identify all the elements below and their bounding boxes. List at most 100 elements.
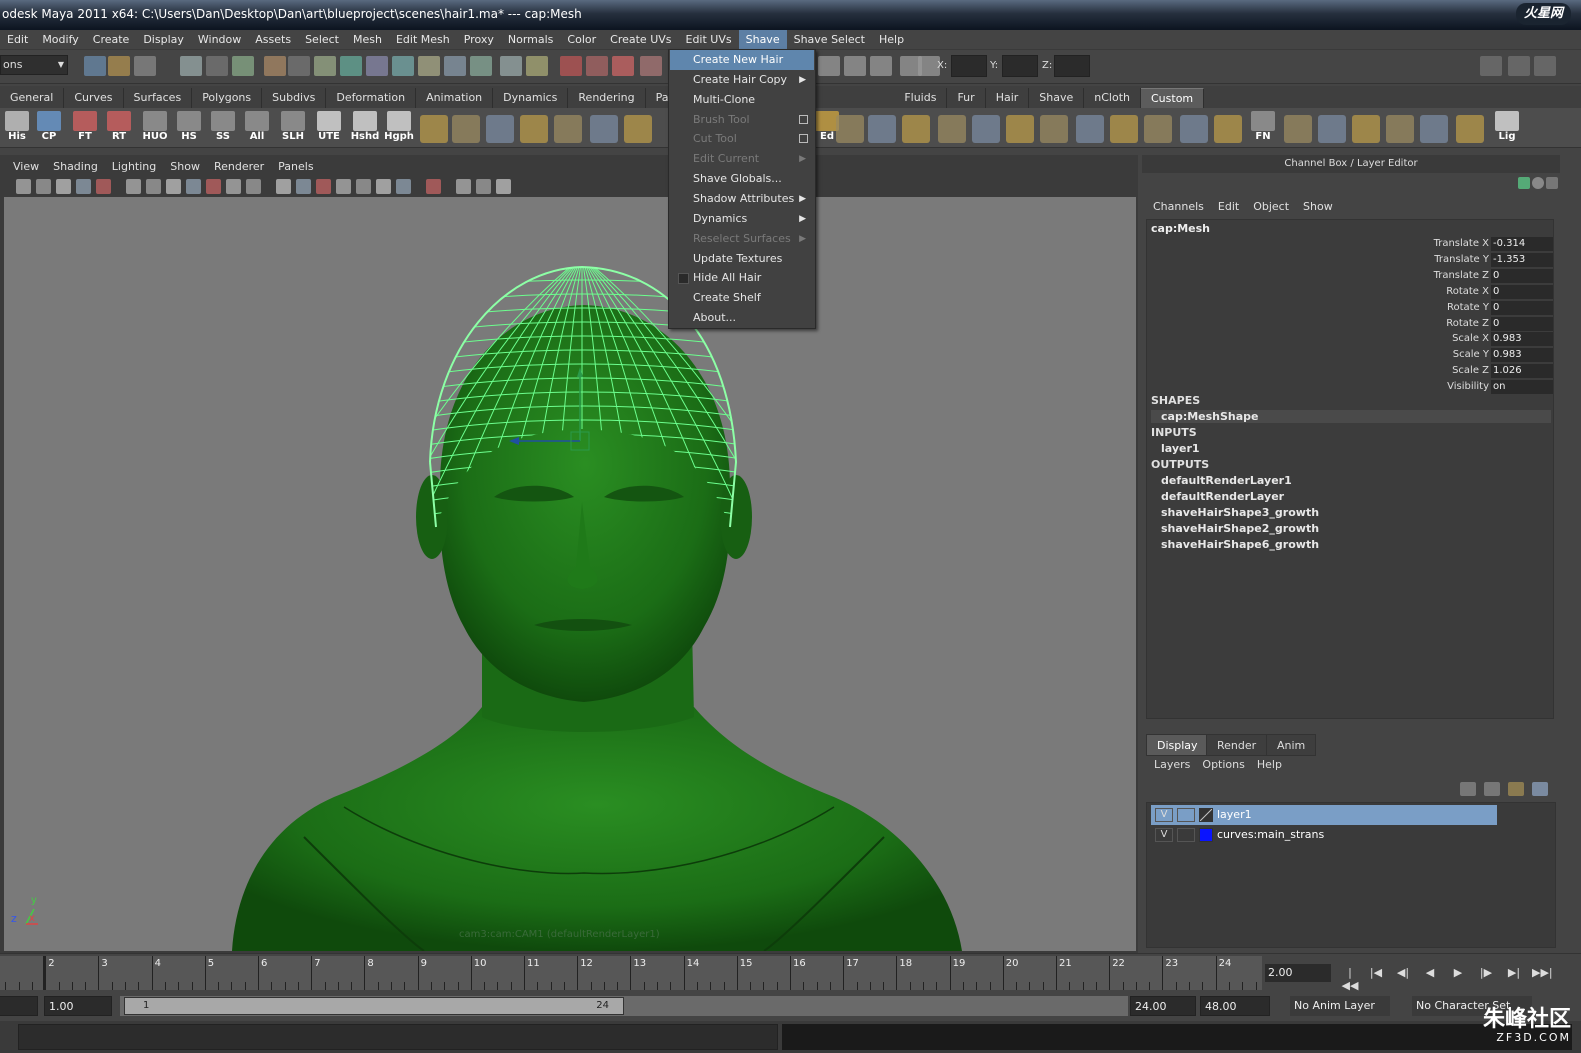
- status-tool-icon[interactable]: [366, 56, 388, 76]
- status-tool-icon[interactable]: [470, 56, 492, 76]
- status-tool-icon[interactable]: [340, 56, 362, 76]
- attr-row-scale-x[interactable]: Scale X 0.983: [1147, 331, 1555, 347]
- shelf-tool-icon[interactable]: [938, 115, 966, 143]
- shelf-button-cp[interactable]: CP: [34, 111, 64, 145]
- layer-visibility-toggle[interactable]: V: [1155, 808, 1173, 822]
- attr-row-visibility[interactable]: Visibility on: [1147, 379, 1555, 395]
- viewport-menu-shading[interactable]: Shading: [46, 160, 105, 173]
- menu-normals[interactable]: Normals: [501, 30, 561, 50]
- playback-end-field[interactable]: 24.00: [1130, 996, 1196, 1016]
- current-frame-field[interactable]: 2.00: [1265, 964, 1331, 982]
- shelf-button-huo[interactable]: HUO: [140, 111, 170, 145]
- shave-menu-item-hide-all-hair[interactable]: Hide All Hair: [670, 268, 814, 288]
- shelf-button-fn[interactable]: FN: [1248, 111, 1278, 145]
- attr-value-field[interactable]: 0: [1491, 284, 1553, 299]
- go-to-end-icon[interactable]: ▶▶|: [1532, 966, 1553, 982]
- attribute-editor-icon[interactable]: [1480, 56, 1502, 76]
- shelf-tab-general[interactable]: General: [0, 88, 65, 108]
- attr-value-field[interactable]: 1.026: [1491, 364, 1553, 379]
- status-tool-icon[interactable]: [612, 56, 634, 76]
- status-tool-icon[interactable]: [526, 56, 548, 76]
- channel-menu-edit[interactable]: Edit: [1211, 197, 1246, 217]
- viewport-menu-show[interactable]: Show: [163, 160, 207, 173]
- viewport-tool-icon[interactable]: [76, 179, 91, 194]
- shelf-tab-dynamics[interactable]: Dynamics: [493, 88, 569, 108]
- status-tool-icon[interactable]: [844, 56, 866, 76]
- shave-menu-item-update-textures[interactable]: Update Textures: [670, 249, 814, 269]
- menu-color[interactable]: Color: [560, 30, 603, 50]
- shelf-tool-icon[interactable]: [1110, 115, 1138, 143]
- node-layer1[interactable]: layer1: [1161, 442, 1200, 455]
- viewport-tool-icon[interactable]: [146, 179, 161, 194]
- layer-tab-render[interactable]: Render: [1206, 734, 1268, 756]
- attr-value-field[interactable]: 0.983: [1491, 348, 1553, 363]
- menu-display[interactable]: Display: [136, 30, 191, 50]
- status-tool-icon[interactable]: [232, 56, 254, 76]
- status-tool-icon[interactable]: [134, 56, 156, 76]
- attr-row-translate-x[interactable]: Translate X -0.314: [1147, 236, 1555, 252]
- go-to-start-icon[interactable]: |◀◀: [1340, 966, 1360, 992]
- viewport-tool-icon[interactable]: [316, 179, 331, 194]
- menu-shave[interactable]: Shave: [738, 29, 787, 50]
- y-field[interactable]: [1002, 55, 1038, 77]
- anim-layer-dropdown[interactable]: No Anim Layer: [1290, 996, 1390, 1016]
- layer-playback-toggle[interactable]: [1177, 828, 1195, 842]
- layer-row[interactable]: Vcurves:main_strans: [1151, 825, 1497, 845]
- node-defaultrenderlayer[interactable]: defaultRenderLayer: [1161, 490, 1284, 503]
- viewport-tool-icon[interactable]: [206, 179, 221, 194]
- checkbox[interactable]: [678, 273, 689, 285]
- attr-value-field[interactable]: 0: [1491, 300, 1553, 315]
- layer-tab-display[interactable]: Display: [1146, 734, 1209, 756]
- channel-menu-object[interactable]: Object: [1246, 197, 1296, 217]
- shave-menu-item-shadow-attributes[interactable]: Shadow Attributes ▶: [670, 189, 814, 209]
- playback-start-field[interactable]: 1.00: [44, 996, 112, 1016]
- status-tool-icon[interactable]: [392, 56, 414, 76]
- shelf-tool-icon[interactable]: [624, 115, 652, 143]
- x-field[interactable]: [951, 55, 987, 77]
- viewport-tool-icon[interactable]: [426, 179, 441, 194]
- anim-start-field[interactable]: [0, 996, 38, 1016]
- layer-playback-toggle[interactable]: [1177, 808, 1195, 822]
- viewport-tool-icon[interactable]: [276, 179, 291, 194]
- layer-options-icon[interactable]: [1532, 782, 1548, 796]
- layer-color-swatch[interactable]: [1199, 808, 1213, 822]
- shelf-tab-polygons[interactable]: Polygons: [192, 88, 263, 108]
- selected-object-name[interactable]: cap:Mesh: [1151, 222, 1210, 235]
- shelf-button-rt[interactable]: RT: [104, 111, 134, 145]
- attr-value-field[interactable]: 0.983: [1491, 332, 1553, 347]
- shelf-tool-icon[interactable]: [1386, 115, 1414, 143]
- layer-menu-layers[interactable]: Layers: [1148, 756, 1196, 774]
- status-tool-icon[interactable]: [500, 56, 522, 76]
- node-shavehairshape2-growth[interactable]: shaveHairShape2_growth: [1161, 522, 1319, 535]
- menu-assets[interactable]: Assets: [248, 30, 298, 50]
- status-tool-icon[interactable]: [314, 56, 336, 76]
- layer-menu-options[interactable]: Options: [1196, 756, 1250, 774]
- shelf-button-ss[interactable]: SS: [208, 111, 238, 145]
- shelf-button-ute[interactable]: UTE: [314, 111, 344, 145]
- shelf-button-ft[interactable]: FT: [70, 111, 100, 145]
- pin-icon[interactable]: [1546, 177, 1558, 189]
- status-tool-icon[interactable]: [206, 56, 228, 76]
- node-shavehairshape3-growth[interactable]: shaveHairShape3_growth: [1161, 506, 1319, 519]
- status-tool-icon[interactable]: [418, 56, 440, 76]
- shelf-tab-hair[interactable]: Hair: [986, 88, 1030, 108]
- shelf-tab-animation[interactable]: Animation: [416, 88, 494, 108]
- shelf-tool-icon[interactable]: [868, 115, 896, 143]
- menu-help[interactable]: Help: [872, 30, 911, 50]
- shelf-button-slh[interactable]: SLH: [278, 111, 308, 145]
- step-forward-key-icon[interactable]: |▶: [1476, 966, 1496, 982]
- menuset-dropdown[interactable]: ons ▼: [0, 55, 68, 75]
- status-tool-icon[interactable]: [560, 56, 582, 76]
- shelf-tool-icon[interactable]: [520, 115, 548, 143]
- create-layer-icon[interactable]: [1508, 782, 1524, 796]
- layer-row[interactable]: Vlayer1: [1151, 805, 1497, 825]
- layer-color-swatch[interactable]: [1199, 828, 1213, 842]
- attr-row-scale-y[interactable]: Scale Y 0.983: [1147, 347, 1555, 363]
- shave-menu-item-dynamics[interactable]: Dynamics ▶: [670, 209, 814, 229]
- viewport-tool-icon[interactable]: [96, 179, 111, 194]
- viewport-tool-icon[interactable]: [356, 179, 371, 194]
- channel-box-icon[interactable]: [1534, 56, 1556, 76]
- viewport-tool-icon[interactable]: [496, 179, 511, 194]
- viewport-tool-icon[interactable]: [296, 179, 311, 194]
- half-circle-icon[interactable]: [1532, 177, 1544, 189]
